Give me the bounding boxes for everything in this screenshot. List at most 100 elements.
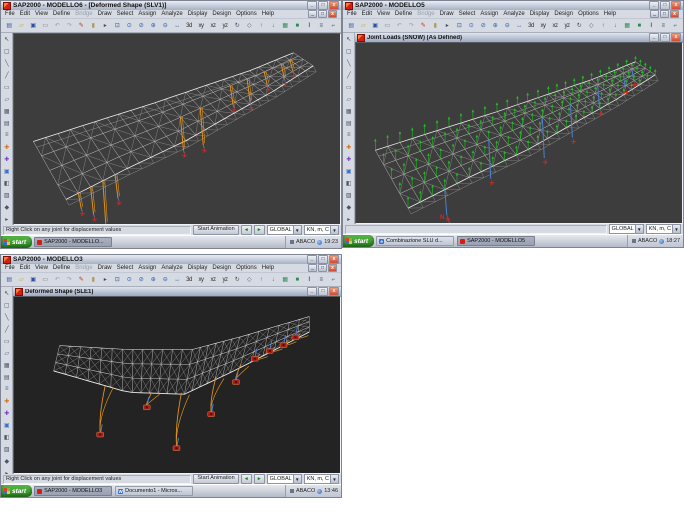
zoom-in-icon[interactable]: ⊕: [489, 19, 501, 32]
title-bar[interactable]: SAP2000 - MODELLO3 _ □ x: [1, 255, 341, 264]
menu-analyze[interactable]: Analyze: [503, 11, 524, 17]
menu-options[interactable]: Options: [236, 11, 257, 17]
mdi-minimize-button[interactable]: _: [650, 10, 659, 18]
save-icon[interactable]: ▣: [369, 19, 381, 32]
lock-model-icon[interactable]: ▮: [429, 19, 441, 32]
3d-view-icon[interactable]: 3d: [183, 19, 195, 32]
object-shrink-icon[interactable]: ■: [291, 19, 303, 32]
redo-icon[interactable]: ↷: [405, 19, 417, 32]
zoom-in-icon[interactable]: ⊕: [147, 19, 159, 32]
show-deformed-icon[interactable]: ▨: [1, 189, 12, 201]
model-viewport-joint-loads[interactable]: N: [355, 42, 683, 224]
draw-quad-area-icon[interactable]: ▭: [343, 81, 354, 93]
section-list-icon[interactable]: ≡: [315, 273, 327, 286]
new-model-icon[interactable]: ▤: [3, 19, 15, 32]
dropdown-arrow-icon[interactable]: ▼: [330, 475, 338, 483]
start-animation-button[interactable]: Start Animation: [193, 225, 238, 235]
draw-quad-area-icon[interactable]: ▭: [1, 81, 12, 93]
snap-lines-icon[interactable]: ≡: [343, 129, 354, 141]
xz-view-icon[interactable]: xz: [207, 19, 219, 32]
menu-design[interactable]: Design: [212, 265, 231, 271]
yz-view-icon[interactable]: yz: [561, 19, 573, 32]
dropdown-arrow-icon[interactable]: ▼: [293, 475, 301, 483]
show-deformed-icon[interactable]: ▨: [343, 189, 354, 201]
mdi-minimize-button[interactable]: _: [308, 264, 317, 272]
pan-icon[interactable]: ↔: [513, 19, 525, 32]
animation-back-button[interactable]: ◄: [241, 474, 252, 484]
perspective-toggle-icon[interactable]: ◇: [243, 273, 255, 286]
show-undeformed-icon[interactable]: ◧: [343, 177, 354, 189]
tray-status-icon[interactable]: [317, 240, 322, 245]
show-deformed-icon[interactable]: ▨: [1, 443, 12, 455]
menu-draw[interactable]: Draw: [440, 11, 454, 17]
rubber-band-zoom-icon[interactable]: ⊡: [453, 19, 465, 32]
print-icon[interactable]: ▭: [381, 19, 393, 32]
zoom-out-icon[interactable]: ⊖: [159, 19, 171, 32]
assign-area-loads-icon[interactable]: ▣: [1, 165, 12, 177]
dropdown-arrow-icon[interactable]: ▼: [330, 226, 338, 234]
tray-app-icon[interactable]: [290, 240, 294, 244]
child-minimize-button[interactable]: _: [649, 33, 659, 42]
assign-joint-loads-icon[interactable]: ✚: [1, 141, 12, 153]
pointer-icon[interactable]: ↖: [1, 33, 12, 45]
frame-sections-icon[interactable]: I: [645, 19, 657, 32]
dropdown-arrow-icon[interactable]: ▼: [635, 225, 643, 233]
draw-special-joint-icon[interactable]: ╲: [343, 57, 354, 69]
maximize-button[interactable]: □: [318, 1, 328, 10]
menu-draw[interactable]: Draw: [98, 11, 112, 17]
mdi-restore-button[interactable]: □: [318, 264, 327, 272]
child-close-button[interactable]: x: [671, 33, 681, 42]
move-down-icon[interactable]: ↓: [609, 19, 621, 32]
previous-zoom-icon[interactable]: ⊘: [477, 19, 489, 32]
menu-help[interactable]: Help: [604, 11, 616, 17]
xy-view-icon[interactable]: xy: [195, 19, 207, 32]
draw-poly-area-icon[interactable]: ▱: [1, 347, 12, 359]
coordinate-system-dropdown[interactable]: GLOBAL▼: [267, 225, 302, 235]
animation-back-button[interactable]: ◄: [241, 225, 252, 235]
print-icon[interactable]: ▭: [39, 19, 51, 32]
set-display-options-icon[interactable]: ▦: [279, 19, 291, 32]
draw-poly-area-icon[interactable]: ▱: [343, 93, 354, 105]
redo-icon[interactable]: ↷: [63, 19, 75, 32]
draw-frame-tool-icon[interactable]: ╱: [1, 323, 12, 335]
quick-draw-frame-icon[interactable]: h: [681, 19, 683, 32]
frame-sections-icon[interactable]: I: [303, 273, 315, 286]
close-button[interactable]: x: [671, 1, 681, 10]
menu-analyze[interactable]: Analyze: [161, 265, 182, 271]
draw-frame-icon[interactable]: ⌐: [327, 273, 339, 286]
menu-define[interactable]: Define: [53, 11, 70, 17]
menu-display[interactable]: Display: [188, 11, 208, 17]
units-dropdown[interactable]: KN, m, C▼: [304, 474, 339, 484]
child-restore-button[interactable]: □: [318, 287, 328, 296]
start-button[interactable]: start: [1, 236, 32, 248]
taskbar-task-word[interactable]: W Documento1 - Micros...: [115, 486, 193, 496]
menu-bridge[interactable]: Bridge: [417, 11, 434, 17]
child-close-button[interactable]: x: [329, 287, 339, 296]
animation-forward-button[interactable]: ►: [254, 225, 265, 235]
snap-lines-icon[interactable]: ≡: [1, 383, 12, 395]
menu-view[interactable]: View: [377, 11, 390, 17]
section-list-icon[interactable]: ≡: [315, 19, 327, 32]
menu-assign[interactable]: Assign: [138, 265, 156, 271]
rotate-view-icon[interactable]: ↻: [573, 19, 585, 32]
tray-app-icon[interactable]: [290, 489, 294, 493]
title-bar[interactable]: SAP2000 - MODELLO6 - [Deformed Shape (SL…: [1, 1, 341, 10]
set-display-options-icon[interactable]: ▦: [279, 273, 291, 286]
model-viewport-deformed-sle1[interactable]: [13, 296, 341, 474]
run-analysis-icon[interactable]: ▸: [441, 19, 453, 32]
taskbar-task-sap2000[interactable]: SAP2000 - MODELLO5: [457, 236, 535, 246]
menu-select[interactable]: Select: [459, 11, 476, 17]
taskbar-task-sap2000[interactable]: SAP2000 - MODELLO3: [34, 486, 112, 496]
child-restore-button[interactable]: □: [660, 33, 670, 42]
menu-edit[interactable]: Edit: [20, 265, 30, 271]
close-button[interactable]: x: [329, 255, 339, 264]
assign-frame-loads-icon[interactable]: ✚: [1, 153, 12, 165]
maximize-button[interactable]: □: [318, 255, 328, 264]
snap-grid-icon[interactable]: ▤: [1, 371, 12, 383]
draw-quad-area-icon[interactable]: ▭: [1, 335, 12, 347]
3d-view-icon[interactable]: 3d: [183, 273, 195, 286]
assign-frame-loads-icon[interactable]: ✚: [343, 153, 354, 165]
refresh-window-icon[interactable]: ✎: [75, 19, 87, 32]
open-file-icon[interactable]: ▱: [357, 19, 369, 32]
menu-edit[interactable]: Edit: [20, 11, 30, 17]
